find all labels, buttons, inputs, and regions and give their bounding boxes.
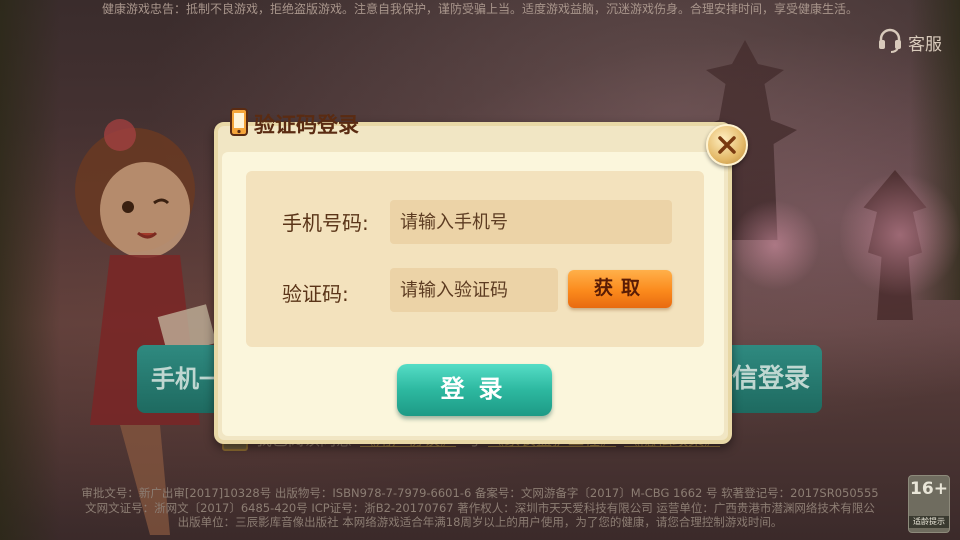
- health-notice: 健康游戏忠告：抵制不良游戏，拒绝盗版游戏。注意自我保护，谨防受骗上当。适度游戏益…: [101, 2, 858, 16]
- get-code-button[interactable]: 获取: [568, 270, 672, 308]
- login-button[interactable]: 登录: [397, 364, 552, 416]
- verification-code-input[interactable]: [390, 268, 558, 312]
- dialog-title: 验证码登录: [228, 106, 359, 142]
- close-icon: [718, 136, 736, 154]
- blossom-decoration: [730, 200, 820, 290]
- form-panel: [246, 171, 704, 347]
- code-label: 验证码:: [282, 282, 349, 306]
- footer-line: 审批文号：新广出审[2017]10328号 出版物号：ISBN978-7-797…: [81, 486, 879, 500]
- phone-label: 手机号码:: [282, 211, 369, 235]
- support-label: 客服: [908, 35, 942, 55]
- dialog-title-text: 验证码登录: [254, 113, 359, 137]
- footer-line: 文网文证号：浙网文〔2017〕6485-420号 ICP证号：浙B2-20170…: [85, 500, 875, 515]
- phone-input[interactable]: [390, 200, 672, 244]
- age-rating-label: 适龄提示: [909, 516, 949, 528]
- phone-icon: [228, 107, 250, 142]
- age-rating-badge: 16+ 适龄提示: [908, 475, 950, 533]
- wechat-login-button-background: 信登录: [722, 345, 822, 413]
- character-illustration: [50, 95, 240, 535]
- age-rating-value: 16+: [910, 479, 948, 499]
- footer-line: 出版单位：三辰影库音像出版社 本网络游戏适合年满18周岁以上的用户使用，为了您的…: [177, 515, 783, 529]
- close-button[interactable]: [706, 124, 748, 166]
- blossom-decoration: [840, 170, 960, 300]
- footer-info: 审批文号：新广出审[2017]10328号 出版物号：ISBN978-7-797…: [0, 486, 960, 530]
- headset-icon: [876, 26, 904, 59]
- support-button[interactable]: 客服: [876, 26, 942, 59]
